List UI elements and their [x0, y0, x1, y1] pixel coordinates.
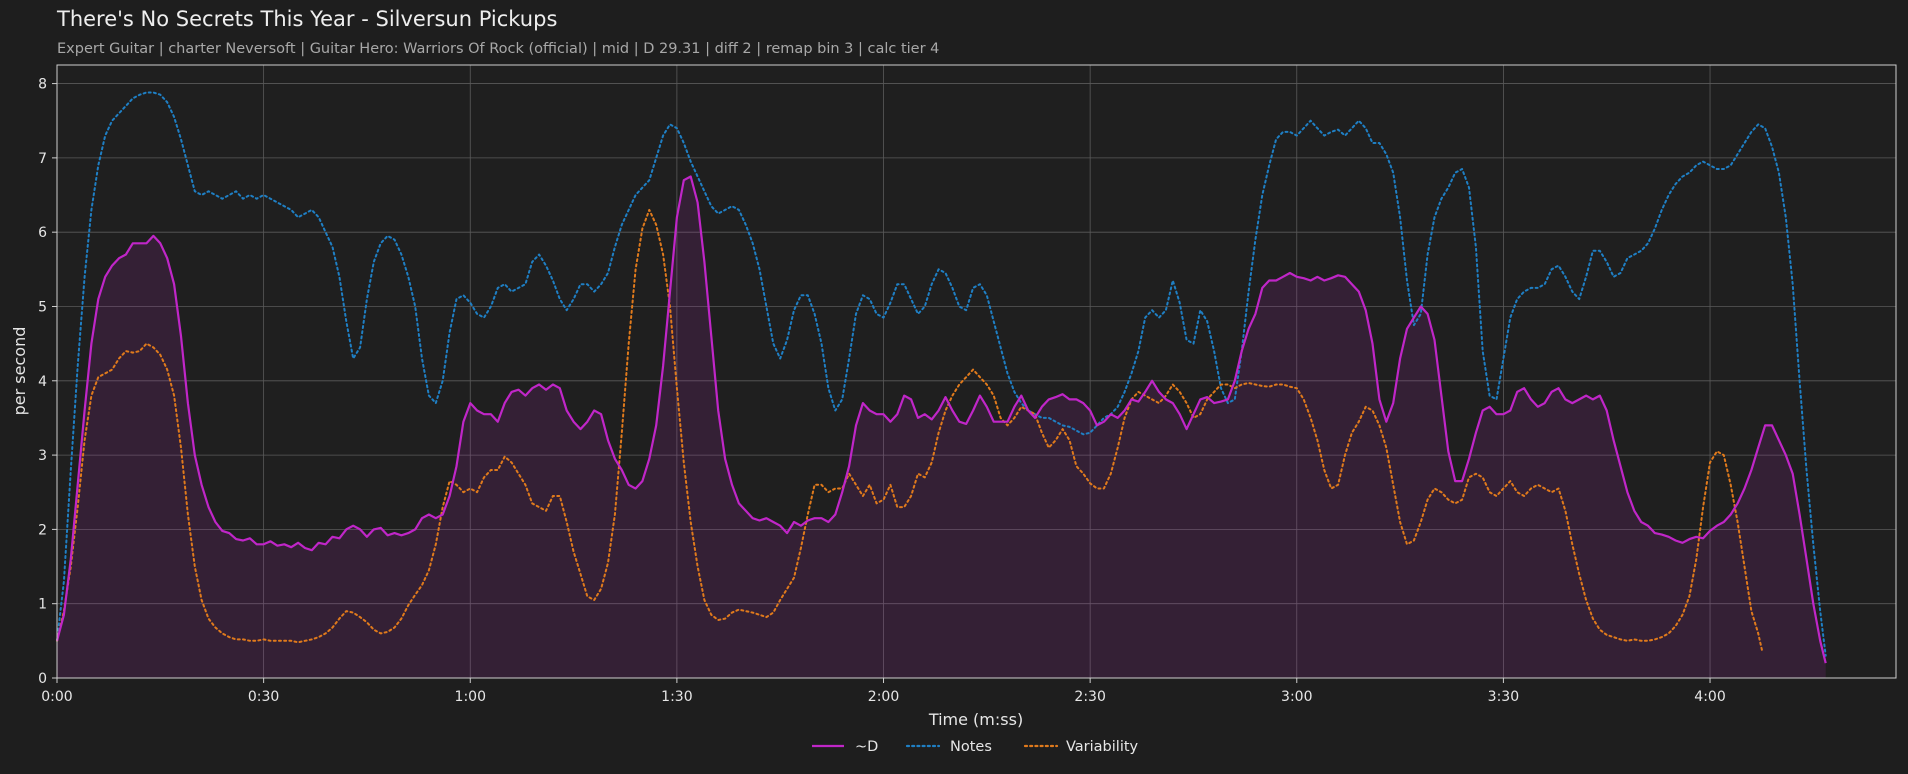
x-tick-label: 0:00 [41, 689, 72, 705]
x-tick-label: 1:30 [661, 689, 692, 705]
y-tick-label: 2 [38, 522, 47, 538]
x-tick-label: 3:30 [1488, 689, 1519, 705]
legend-label: Variability [1066, 739, 1139, 755]
y-axis: 0 1 2 3 4 5 6 7 8 [38, 77, 57, 687]
y-tick-label: 4 [38, 374, 47, 390]
y-tick-label: 7 [38, 151, 47, 167]
legend-label: Notes [950, 739, 992, 755]
x-tick-label: 0:30 [248, 689, 279, 705]
x-axis-label: Time (m:ss) [928, 710, 1023, 729]
y-tick-label: 1 [38, 597, 47, 613]
chart: 0:00 0:30 1:00 1:30 2:00 2:30 3:00 3:30 4:00 0 1 2… [10, 64, 1897, 755]
y-tick-label: 6 [38, 225, 47, 241]
x-tick-label: 3:00 [1281, 689, 1312, 705]
y-tick-label: 3 [38, 448, 47, 464]
y-tick-label: 0 [38, 671, 47, 687]
y-tick-label: 5 [38, 299, 47, 315]
y-tick-label: 8 [38, 77, 47, 93]
x-tick-label: 2:30 [1074, 689, 1105, 705]
legend-label: ~D [855, 739, 878, 755]
x-axis: 0:00 0:30 1:00 1:30 2:00 2:30 3:00 3:30 4:00 [41, 678, 1726, 705]
y-axis-label: per second [10, 327, 29, 416]
x-tick-label: 2:00 [868, 689, 899, 705]
x-tick-label: 4:00 [1694, 689, 1725, 705]
legend: ~D Notes Variability [812, 739, 1139, 755]
x-tick-label: 1:00 [455, 689, 486, 705]
